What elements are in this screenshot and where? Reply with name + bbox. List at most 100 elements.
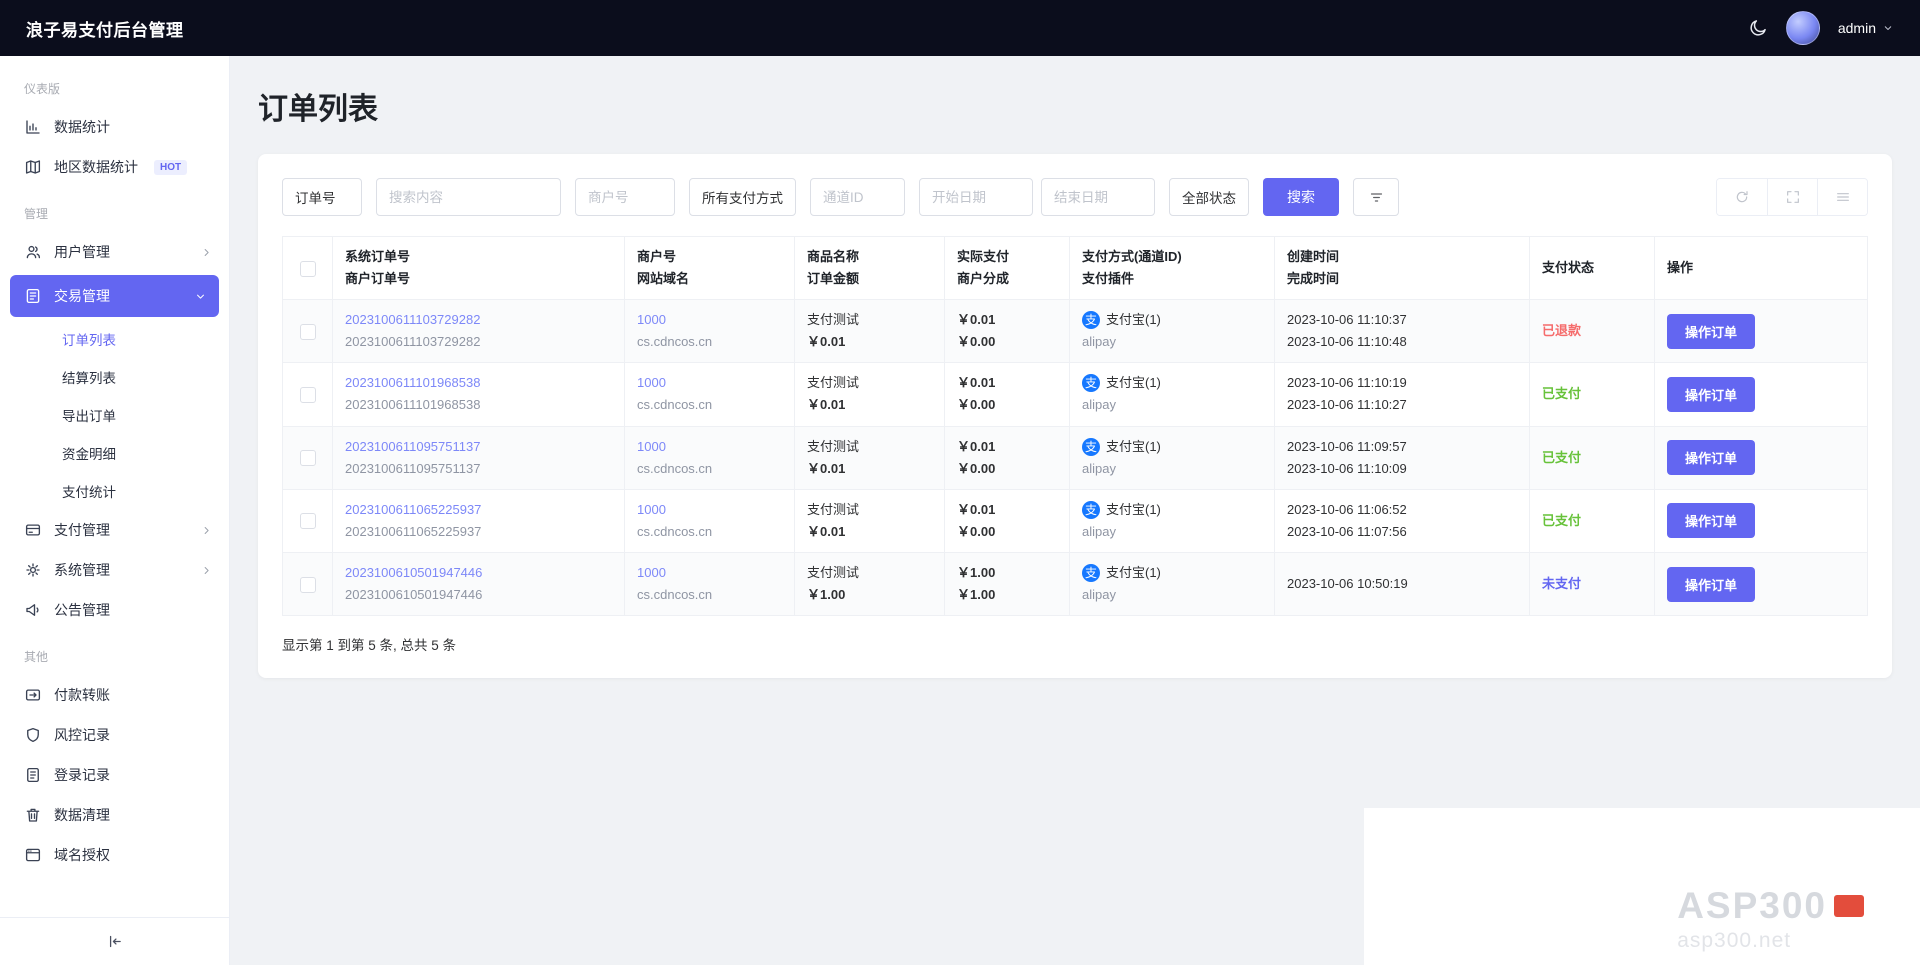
channel-input[interactable]	[810, 178, 905, 216]
merchant-share: ￥0.00	[957, 334, 996, 350]
watermark-text: ASP300 asp300.net	[1677, 885, 1864, 953]
chevron-right-icon	[204, 248, 209, 256]
completed-time: 2023-10-06 11:07:56	[1287, 523, 1407, 539]
header-line: 支付状态	[1542, 260, 1595, 276]
status-text: 已退款	[1542, 323, 1582, 339]
row-checkbox[interactable]	[299, 450, 316, 467]
select-all-checkbox[interactable]	[299, 260, 316, 277]
sidebar-item-payment-management[interactable]: 支付管理	[0, 510, 229, 550]
sidebar-item-system-management[interactable]: 系统管理	[0, 550, 229, 590]
sidebar-item-label: 数据清理	[54, 807, 110, 823]
site-domain: cs.cdncos.cn	[637, 397, 713, 413]
merchant-id-link[interactable]: 1000	[637, 562, 782, 584]
merchant-id-link[interactable]: 1000	[637, 309, 782, 331]
filter-toggle-button[interactable]	[1353, 178, 1399, 216]
search-button[interactable]: 搜索	[1263, 178, 1339, 216]
system-order-no-link[interactable]: 2023100611065225937	[345, 499, 612, 521]
sidebar-subitem-order-list[interactable]: 订单列表	[0, 320, 229, 358]
order-action-button[interactable]: 操作订单	[1667, 440, 1756, 476]
hot-badge: HOT	[154, 159, 188, 175]
alipay-icon: 支	[1082, 437, 1100, 456]
sidebar-item-transaction-management[interactable]: 交易管理	[10, 275, 219, 317]
pay-method: 支付宝(1)	[1106, 312, 1161, 328]
header-line: 系统订单号	[345, 249, 411, 264]
sidebar-item-domain-authorization[interactable]: 域名授权	[0, 835, 229, 875]
table-row: 2023100611103729282 2023100611103729282 …	[282, 299, 1868, 364]
order-amount: ￥1.00	[807, 587, 846, 603]
search-input[interactable]	[376, 178, 561, 216]
sidebar-subitem-payment-stats[interactable]: 支付统计	[0, 472, 229, 510]
sidebar-collapse-button[interactable]	[0, 917, 229, 965]
site-domain: cs.cdncos.cn	[637, 334, 713, 350]
system-order-no-link[interactable]: 2023100611095751137	[345, 436, 612, 458]
alipay-icon: 支	[1082, 500, 1100, 519]
completed-time: 2023-10-06 11:10:48	[1287, 334, 1407, 350]
system-order-no-link[interactable]: 2023100611101968538	[345, 372, 612, 394]
gear-icon	[26, 563, 40, 577]
sidebar-item-payment-transfer[interactable]: 付款转账	[0, 675, 229, 715]
row-checkbox[interactable]	[299, 323, 316, 340]
sidebar-item-login-records[interactable]: 登录记录	[0, 755, 229, 795]
sidebar-item-data-stats[interactable]: 数据统计	[0, 107, 229, 147]
theme-toggle-button[interactable]	[1748, 18, 1768, 38]
pay-plugin: alipay	[1082, 460, 1116, 476]
order-action-button[interactable]: 操作订单	[1667, 566, 1756, 602]
sidebar-subitem-fund-details[interactable]: 资金明细	[0, 434, 229, 472]
watermark-title: ASP300	[1677, 885, 1864, 927]
status-text: 已支付	[1542, 512, 1582, 528]
pagination-summary: 显示第 1 到第 5 条, 总共 5 条	[282, 638, 457, 654]
row-checkbox[interactable]	[299, 576, 316, 593]
watermark: ASP300 asp300.net	[1364, 808, 1920, 965]
row-checkbox[interactable]	[299, 386, 316, 403]
sidebar-subitem-export-orders[interactable]: 导出订单	[0, 396, 229, 434]
merchant-order-no: 2023100611103729282	[345, 334, 481, 350]
sidebar-item-risk-records[interactable]: 风控记录	[0, 715, 229, 755]
pay-plugin: alipay	[1082, 523, 1116, 539]
order-field-select[interactable]: 订单号	[282, 178, 362, 216]
order-action-button[interactable]: 操作订单	[1667, 376, 1756, 412]
merchant-id-link[interactable]: 1000	[637, 372, 782, 394]
sidebar-item-region-stats[interactable]: 地区数据统计 HOT	[0, 147, 229, 187]
order-amount: ￥0.01	[807, 523, 846, 539]
fullscreen-button[interactable]	[1767, 179, 1817, 215]
header-line: 商品名称	[807, 249, 860, 264]
sidebar-section-label: 仪表版	[24, 82, 61, 96]
user-menu[interactable]: admin	[1838, 20, 1894, 36]
end-date-input[interactable]	[1041, 178, 1155, 216]
subitem-label: 资金明细	[62, 447, 116, 462]
actual-amount: ￥0.01	[957, 312, 996, 328]
credit-card-icon	[25, 524, 41, 536]
refresh-button[interactable]	[1717, 179, 1767, 215]
actual-amount: ￥1.00	[957, 564, 996, 580]
completed-time: 2023-10-06 11:10:27	[1287, 397, 1407, 413]
start-date-input[interactable]	[919, 178, 1033, 216]
alipay-icon: 支	[1082, 311, 1100, 330]
page-title: 订单列表	[258, 93, 378, 126]
sidebar-subitem-settlement-list[interactable]: 结算列表	[0, 358, 229, 396]
user-avatar[interactable]	[1785, 11, 1820, 45]
status-select[interactable]: 全部状态	[1169, 178, 1249, 216]
table-header-row: 系统订单号 商户订单号 商户号 网站域名 商品名称 订单金额 实际支付 商户分成	[282, 235, 1868, 301]
table-row: 2023100611101968538 2023100611101968538 …	[282, 362, 1868, 427]
pay-method-select[interactable]: 所有支付方式	[689, 178, 796, 216]
created-time: 2023-10-06 11:10:37	[1287, 312, 1407, 328]
system-order-no-link[interactable]: 2023100611103729282	[345, 309, 612, 331]
sidebar-item-label: 域名授权	[54, 847, 110, 863]
created-time: 2023-10-06 11:10:19	[1287, 375, 1407, 391]
order-action-button[interactable]: 操作订单	[1667, 503, 1756, 539]
row-checkbox[interactable]	[299, 513, 316, 530]
merchant-id-link[interactable]: 1000	[637, 499, 782, 521]
sidebar-item-announcement-management[interactable]: 公告管理	[0, 590, 229, 630]
sidebar-item-user-management[interactable]: 用户管理	[0, 232, 229, 272]
watermark-title-text: ASP300	[1677, 885, 1827, 926]
header-line: 订单金额	[807, 271, 860, 287]
system-order-no-link[interactable]: 2023100610501947446	[345, 562, 612, 584]
merchant-id-link[interactable]: 1000	[637, 436, 782, 458]
sidebar-item-data-cleanup[interactable]: 数据清理	[0, 795, 229, 835]
merchant-input[interactable]	[575, 178, 675, 216]
columns-button[interactable]	[1817, 179, 1867, 215]
header-line: 商户分成	[957, 271, 1010, 287]
subitem-label: 支付统计	[62, 485, 116, 500]
order-action-button[interactable]: 操作订单	[1667, 313, 1756, 349]
header-line: 网站域名	[637, 271, 690, 287]
